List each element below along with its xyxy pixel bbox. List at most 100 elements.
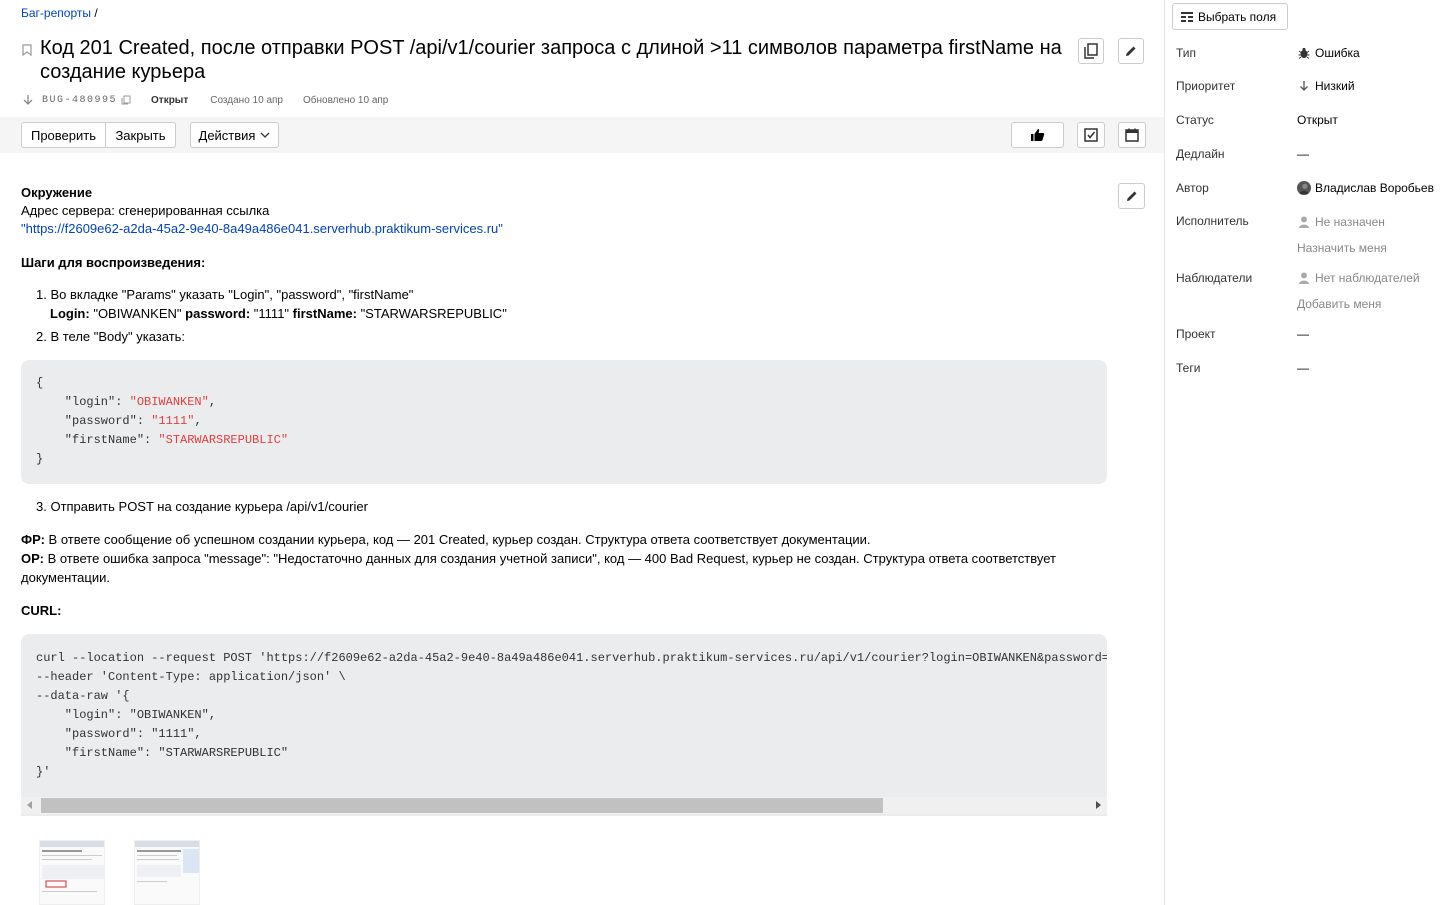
select-fields-button[interactable]: Выбрать поля xyxy=(1172,3,1288,30)
scroll-left-arrow[interactable] xyxy=(27,801,32,809)
copy-icon xyxy=(1084,43,1098,59)
priority-value: Низкий xyxy=(1315,79,1355,93)
created-date: Создано 10 апр xyxy=(210,94,283,106)
step-1: 1. Во вкладке "Params" указать "Login", … xyxy=(36,287,414,302)
env-url-link[interactable]: "https://f2609e62-a2da-45a2-9e40-8a49a48… xyxy=(21,219,503,238)
field-label-assignee: Исполнитель xyxy=(1176,214,1249,228)
issue-sidebar: Выбрать поля Тип Ошибка Приоритет Низкий… xyxy=(1164,0,1446,905)
scroll-thumb[interactable] xyxy=(41,798,883,813)
check-button[interactable]: Проверить xyxy=(21,122,106,148)
code-key: "login": xyxy=(36,395,130,409)
pencil-icon xyxy=(1126,191,1136,201)
code-scrollbar[interactable] xyxy=(21,797,1107,814)
code-line: } xyxy=(36,452,44,466)
firstname-label: firstName: xyxy=(292,306,357,321)
field-label-type: Тип xyxy=(1176,46,1197,60)
or-label: ОР: xyxy=(21,551,44,566)
bookmark-icon[interactable] xyxy=(22,44,32,56)
field-value-watchers[interactable]: Нет наблюдателей xyxy=(1297,271,1420,285)
breadcrumb-link[interactable]: Баг-репорты xyxy=(21,6,91,20)
expected-result: ОР: В ответе ошибка запроса "message": "… xyxy=(21,549,1081,587)
bug-icon xyxy=(1297,46,1311,60)
author-name: Владислав Воробьев xyxy=(1315,181,1434,195)
type-value: Ошибка xyxy=(1315,46,1360,60)
calendar-button[interactable] xyxy=(1118,122,1146,148)
field-value-status[interactable]: Открыт xyxy=(1297,113,1338,127)
field-value-assignee[interactable]: Не назначен xyxy=(1297,215,1385,229)
code-key: "firstName": xyxy=(36,433,159,447)
like-button[interactable] xyxy=(1011,122,1064,148)
pencil-icon xyxy=(1126,46,1136,56)
calendar-icon xyxy=(1125,128,1139,142)
code-string: "STARWARSREPUBLIC" xyxy=(158,433,289,447)
attachment-thumbnail[interactable] xyxy=(39,840,105,905)
body-code-block: { "login": "OBIWANKEN", "password": "111… xyxy=(21,360,1107,484)
actual-result: ФР: В ответе сообщение об успешном созда… xyxy=(21,530,1101,549)
field-value-priority[interactable]: Низкий xyxy=(1297,79,1355,93)
user-icon xyxy=(1297,215,1311,229)
avatar xyxy=(1297,181,1311,195)
fields-icon xyxy=(1181,11,1193,22)
curl-code-block: curl --location --request POST 'https://… xyxy=(21,634,1107,816)
screenshot-thumbnail-image xyxy=(40,841,104,892)
field-label-priority: Приоритет xyxy=(1176,79,1236,93)
issue-meta: BUG-480995 Открыт Создано 10 апр Обновле… xyxy=(22,94,388,106)
edit-description-button[interactable] xyxy=(1118,183,1145,209)
user-icon xyxy=(1297,271,1311,285)
scroll-right-arrow[interactable] xyxy=(1096,801,1101,809)
field-value-author[interactable]: Владислав Воробьев xyxy=(1297,181,1434,195)
code-string: "1111" xyxy=(151,414,195,428)
thumbs-up-icon xyxy=(1031,129,1045,141)
copy-key-icon[interactable] xyxy=(121,95,131,105)
step-3: 3. Отправить POST на создание курьера /a… xyxy=(36,499,368,514)
screenshot-thumbnail-image xyxy=(135,841,199,882)
attachment-thumbnail[interactable] xyxy=(134,840,200,905)
chevron-down-icon xyxy=(261,132,270,138)
field-label-author: Автор xyxy=(1176,181,1209,195)
code-key: "password": xyxy=(36,414,152,428)
field-value-deadline[interactable]: — xyxy=(1297,147,1309,161)
edit-title-button[interactable] xyxy=(1118,38,1144,64)
issue-title: Код 201 Created, после отправки POST /ap… xyxy=(40,37,1062,83)
close-button[interactable]: Закрыть xyxy=(106,122,176,148)
env-title: Окружение xyxy=(21,185,93,200)
copy-button[interactable] xyxy=(1078,38,1104,64)
env-server: Адрес сервера: сгенерированная ссылка xyxy=(21,203,270,218)
or-text: В ответе ошибка запроса "message": "Недо… xyxy=(21,551,1056,585)
checkbox-icon xyxy=(1084,128,1098,142)
field-value-tags[interactable]: — xyxy=(1297,361,1309,375)
action-toolbar: Проверить Закрыть Действия xyxy=(0,117,1164,153)
steps-title: Шаги для воспроизведения: xyxy=(21,255,206,270)
password-label: password: xyxy=(185,306,251,321)
firstname-value: "STARWARSREPUBLIC" xyxy=(356,306,507,321)
assign-me-link[interactable]: Назначить меня xyxy=(1297,241,1387,255)
code-line: { xyxy=(36,376,44,390)
actions-label: Действия xyxy=(198,127,256,143)
field-value-type[interactable]: Ошибка xyxy=(1297,46,1360,60)
issue-key[interactable]: BUG-480995 xyxy=(42,95,117,106)
curl-title: CURL: xyxy=(21,603,62,618)
field-label-deadline: Дедлайн xyxy=(1176,147,1225,161)
checklist-button[interactable] xyxy=(1077,122,1105,148)
updated-date: Обновлено 10 апр xyxy=(302,94,389,106)
actions-dropdown[interactable]: Действия xyxy=(190,122,279,148)
field-label-status: Статус xyxy=(1176,113,1214,127)
fr-label: ФР: xyxy=(21,532,45,547)
fr-text: В ответе сообщение об успешном создании … xyxy=(44,532,871,547)
code-string: "OBIWANKEN" xyxy=(129,395,209,409)
login-value: "OBIWANKEN" xyxy=(89,306,186,321)
add-me-link[interactable]: Добавить меня xyxy=(1297,297,1381,311)
field-label-project: Проект xyxy=(1176,327,1216,341)
login-label: Login: xyxy=(50,306,90,321)
field-value-project[interactable]: — xyxy=(1297,327,1309,341)
password-value: "1111" xyxy=(250,306,293,321)
status-badge: Открыт xyxy=(151,94,189,106)
issue-main: Баг-репорты / Код 201 Created, после отп… xyxy=(0,0,1164,905)
step-2: 2. В теле "Body" указать: xyxy=(36,329,186,344)
field-label-watchers: Наблюдатели xyxy=(1176,271,1253,285)
watchers-value: Нет наблюдателей xyxy=(1315,271,1420,285)
breadcrumb-separator: / xyxy=(90,6,98,20)
field-label-tags: Теги xyxy=(1176,361,1201,375)
breadcrumb: Баг-репорты / xyxy=(21,6,98,20)
priority-arrow-icon xyxy=(23,95,33,105)
